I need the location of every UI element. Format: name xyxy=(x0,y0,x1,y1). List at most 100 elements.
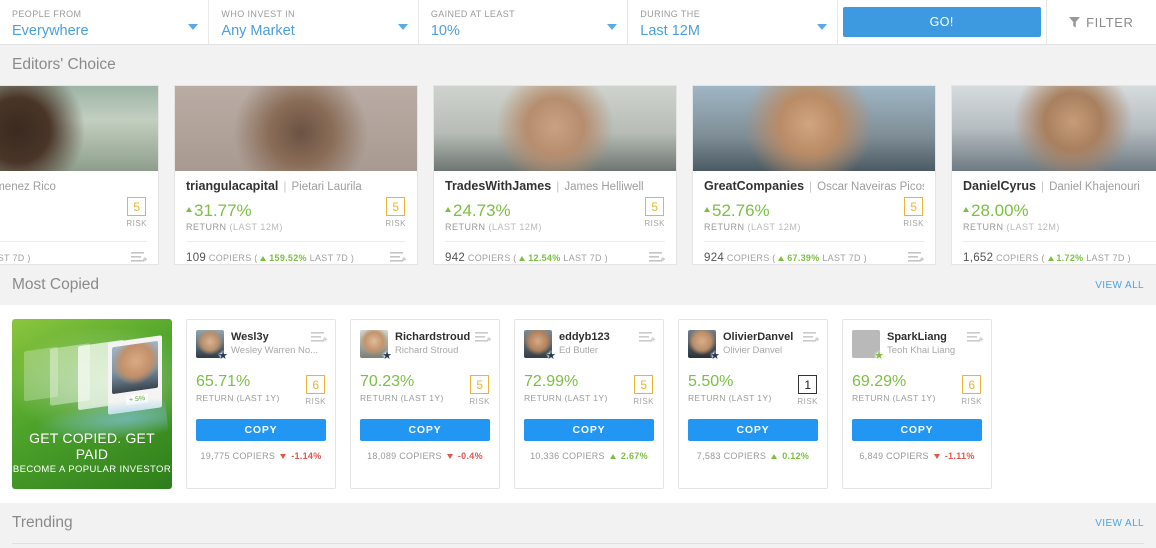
most-copied-card[interactable]: ★ Richardstroud Richard Stroud 70.23% RE… xyxy=(350,319,500,489)
arrow-up-icon xyxy=(260,256,267,261)
card-header: ★ eddyb123 Ed Butler xyxy=(524,330,654,362)
risk-label: RISK xyxy=(633,397,654,406)
copy-button[interactable]: COPY xyxy=(852,419,982,441)
card-footer: 18,089 COPIERS -0.4% xyxy=(360,451,490,461)
editors-card-photo xyxy=(434,86,676,171)
editors-choice-card[interactable]: GreatCompanies | Oscar Naveiras Picos 52… xyxy=(692,85,936,265)
card-risk: 1 RISK xyxy=(797,375,818,406)
editors-card-return-label: RETURN (LAST 12M) xyxy=(445,222,542,232)
filter-toggle-button[interactable]: FILTER xyxy=(1047,0,1156,44)
most-copied-view-all-link[interactable]: VIEW ALL xyxy=(1095,280,1144,291)
editors-choice-card[interactable]: DanielCyrus | Daniel Khajenouri 28.00% R… xyxy=(951,85,1156,265)
editors-card-photo xyxy=(175,86,417,171)
editors-card-name-line: TradesWithJames | James Helliwell xyxy=(445,179,665,193)
filter-during-the[interactable]: DURING THE Last 12M xyxy=(628,0,838,44)
most-copied-section: + 5% GET COPIED. GET PAID BECOME A POPUL… xyxy=(0,305,1156,503)
editors-card-realname: Oscar Naveiras Picos xyxy=(817,181,924,193)
editors-card-copiers: 942 COPIERS ( 12.54% LAST 7D ) xyxy=(445,252,608,264)
editors-card-return: 28.00% xyxy=(963,201,1156,221)
editors-card-return: 24.73% xyxy=(445,201,665,221)
add-to-list-icon[interactable] xyxy=(803,330,819,348)
filter-people-from-value: Everywhere xyxy=(12,23,89,39)
arrow-up-icon xyxy=(609,453,616,459)
copy-button[interactable]: COPY xyxy=(360,419,490,441)
popular-investor-star-icon: ★ xyxy=(546,350,556,362)
editors-card-realname: Pietari Laurila xyxy=(291,181,362,193)
editors-card-footer: 109 COPIERS ( 159.52% LAST 7D ) xyxy=(186,241,406,264)
risk-label: RISK xyxy=(305,397,326,406)
avatar-wrap: ★ xyxy=(524,330,556,362)
avatar-wrap: ★ xyxy=(688,330,720,362)
go-button[interactable]: GO! xyxy=(842,7,1041,37)
risk-score: 5 xyxy=(904,197,924,216)
risk-score: 6 xyxy=(962,375,982,394)
add-to-list-icon[interactable] xyxy=(390,251,406,264)
add-to-list-icon[interactable] xyxy=(639,330,655,348)
editors-card-footer: 942 COPIERS ( 12.54% LAST 7D ) xyxy=(445,241,665,264)
risk-score: 5 xyxy=(386,197,406,216)
chevron-down-icon xyxy=(397,24,408,30)
filter-who-invest-in-label: WHO INVEST IN xyxy=(221,9,295,19)
card-copiers: 6,849 COPIERS xyxy=(859,451,929,461)
editors-choice-card[interactable]: | Alejandro Jimenez Rico 12M) 5 RISK S (… xyxy=(0,85,159,265)
add-to-list-icon[interactable] xyxy=(131,251,147,264)
promo-banner-get-copied[interactable]: + 5% GET COPIED. GET PAID BECOME A POPUL… xyxy=(12,319,172,489)
filter-who-invest-in[interactable]: WHO INVEST IN Any Market xyxy=(209,0,419,44)
go-button-container: GO! xyxy=(838,0,1047,44)
filter-bar: PEOPLE FROM Everywhere WHO INVEST IN Any… xyxy=(0,0,1156,45)
trending-header: Trending VIEW ALL xyxy=(0,503,1156,543)
editors-card-realname: Daniel Khajenouri xyxy=(1049,181,1140,193)
editors-card-copiers: 924 COPIERS ( 67.39% LAST 7D ) xyxy=(704,252,867,264)
editors-card-change: 1.72% xyxy=(1056,253,1084,263)
promo-face-image xyxy=(112,340,158,395)
editors-choice-card[interactable]: triangulacapital | Pietari Laurila 31.77… xyxy=(174,85,418,265)
arrow-up-icon xyxy=(1047,256,1054,261)
most-copied-card[interactable]: ★ OlivierDanvel Olivier Danvel 5.50% RET… xyxy=(678,319,828,489)
most-copied-title: Most Copied xyxy=(12,276,100,293)
editors-card-risk: 5 RISK xyxy=(385,197,406,228)
editors-card-name-line: | Alejandro Jimenez Rico xyxy=(0,179,147,193)
name-separator: | xyxy=(556,179,560,193)
editors-card-photo xyxy=(693,86,935,171)
copy-button[interactable]: COPY xyxy=(196,419,326,441)
arrow-down-icon xyxy=(280,453,287,459)
editors-card-name-line: triangulacapital | Pietari Laurila xyxy=(186,179,406,193)
filter-gained-at-least[interactable]: GAINED AT LEAST 10% xyxy=(419,0,629,44)
card-change: 0.12% xyxy=(782,451,810,461)
risk-label: RISK xyxy=(469,397,490,406)
trending-divider xyxy=(12,543,1144,544)
editors-card-change: 12.54% xyxy=(528,253,561,263)
name-separator: | xyxy=(1040,179,1045,193)
editors-card-change: 67.39% xyxy=(787,253,820,263)
copy-button[interactable]: COPY xyxy=(524,419,654,441)
editors-card-realname: James Helliwell xyxy=(564,181,644,193)
card-change: -1.11% xyxy=(944,451,975,461)
editors-choice-header: Editors' Choice xyxy=(0,45,1156,85)
add-to-list-icon[interactable] xyxy=(311,330,327,348)
add-to-list-icon[interactable] xyxy=(908,251,924,264)
popular-investor-star-icon: ★ xyxy=(218,350,228,362)
card-header: ★ Richardstroud Richard Stroud xyxy=(360,330,490,362)
editors-choice-card[interactable]: TradesWithJames | James Helliwell 24.73%… xyxy=(433,85,677,265)
editors-card-risk: 5 RISK xyxy=(644,197,665,228)
most-copied-header: Most Copied VIEW ALL xyxy=(0,265,1156,305)
most-copied-card[interactable]: ★ eddyb123 Ed Butler 72.99% RETURN (LAST… xyxy=(514,319,664,489)
filter-people-from[interactable]: PEOPLE FROM Everywhere xyxy=(0,0,210,44)
popular-investor-star-icon: ★ xyxy=(382,350,392,362)
add-to-list-icon[interactable] xyxy=(649,251,665,264)
most-copied-card[interactable]: ★ Wesl3y Wesley Warren No... 65.71% RETU… xyxy=(186,319,336,489)
card-risk: 6 RISK xyxy=(961,375,982,406)
editors-card-body: GreatCompanies | Oscar Naveiras Picos 52… xyxy=(693,171,935,232)
add-to-list-icon[interactable] xyxy=(967,330,983,348)
add-to-list-icon[interactable] xyxy=(475,330,491,348)
trending-view-all-link[interactable]: VIEW ALL xyxy=(1095,518,1144,529)
arrow-down-icon xyxy=(933,453,940,459)
editors-card-return-label: RETURN (LAST 12M) xyxy=(186,222,283,232)
arrow-up-icon xyxy=(445,206,451,212)
most-copied-card[interactable]: ★ SparkLiang Teoh Khai Liang 69.29% RETU… xyxy=(842,319,992,489)
editors-card-body: DanielCyrus | Daniel Khajenouri 28.00% R… xyxy=(952,171,1156,232)
copy-button[interactable]: COPY xyxy=(688,419,818,441)
risk-label: RISK xyxy=(385,219,406,228)
editors-card-return: 31.77% xyxy=(186,201,406,221)
filter-during-the-label: DURING THE xyxy=(640,9,701,19)
